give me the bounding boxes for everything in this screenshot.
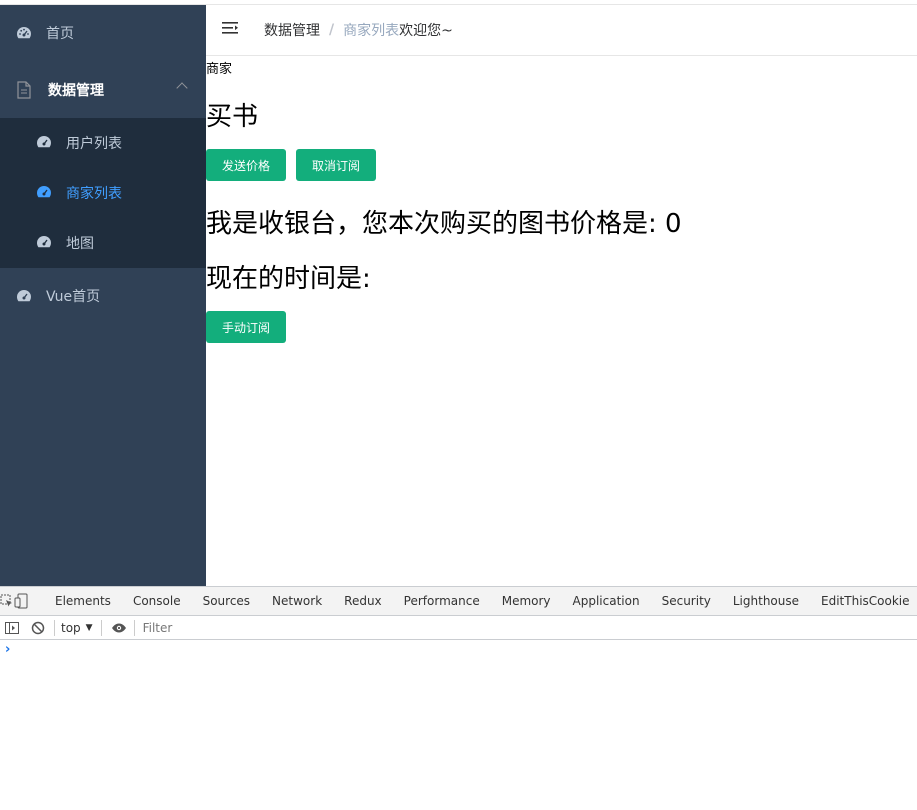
sidebar-item-data-management[interactable]: 数据管理: [0, 61, 206, 118]
time-heading: 现在的时间是:: [206, 264, 371, 294]
buy-heading: 买书: [206, 102, 259, 132]
sidebar-item-label: 首页: [46, 26, 74, 42]
sidebar-item-label: 用户列表: [66, 136, 122, 152]
devtools-panel: Elements Console Sources Network Redux P…: [0, 586, 917, 809]
tab-network[interactable]: Network: [261, 587, 333, 615]
sidebar-item-home[interactable]: 首页: [0, 5, 206, 61]
sidebar: 首页 数据管理 用户列表 商家列表 地图 Vue首页: [0, 5, 206, 586]
manual-subscribe-button[interactable]: 手动订阅: [206, 311, 286, 343]
breadcrumb: 数据管理 / 商家列表 欢迎您~: [264, 20, 453, 40]
devtools-tabbar: Elements Console Sources Network Redux P…: [0, 586, 917, 616]
console-filter-input[interactable]: Filter: [143, 621, 173, 635]
chevron-up-icon: [176, 82, 188, 94]
send-price-button[interactable]: 发送价格: [206, 149, 286, 181]
console-output[interactable]: ›: [0, 640, 917, 810]
breadcrumb-item[interactable]: 数据管理: [264, 20, 320, 40]
tab-redux[interactable]: Redux: [333, 587, 393, 615]
sidebar-item-label: 地图: [66, 236, 94, 252]
context-value: top: [61, 620, 81, 635]
breadcrumb-separator: /: [329, 22, 335, 38]
tab-application[interactable]: Application: [562, 587, 651, 615]
page-label: 商家: [206, 62, 233, 77]
context-selector[interactable]: top ▼: [57, 621, 97, 635]
document-icon: [16, 80, 32, 99]
clear-console-icon[interactable]: [24, 617, 52, 639]
console-prompt-icon: ›: [5, 642, 11, 657]
tab-sources[interactable]: Sources: [192, 587, 261, 615]
inspect-element-icon[interactable]: [0, 587, 14, 615]
tab-console[interactable]: Console: [122, 587, 192, 615]
toolbar-divider: [133, 619, 135, 636]
console-toolbar: top ▼ Filter: [0, 616, 917, 640]
show-sidebar-icon[interactable]: [0, 617, 24, 639]
sidebar-item-map[interactable]: 地图: [0, 218, 206, 268]
sidebar-item-label: 商家列表: [66, 186, 122, 202]
tab-performance[interactable]: Performance: [393, 587, 491, 615]
tab-editthiscookie[interactable]: EditThisCookie: [810, 587, 917, 615]
toolbar-divider: [54, 619, 55, 636]
dropdown-arrow-icon: ▼: [85, 622, 93, 633]
device-toolbar-icon[interactable]: [14, 587, 28, 615]
eye-icon[interactable]: [106, 617, 132, 639]
hamburger-icon[interactable]: [222, 20, 242, 40]
cancel-subscribe-button[interactable]: 取消订阅: [296, 149, 376, 181]
sidebar-item-vue-home[interactable]: Vue首页: [0, 268, 206, 324]
welcome-text: 欢迎您~: [399, 23, 453, 39]
submenu-data-management: 用户列表 商家列表 地图: [0, 118, 206, 268]
dashboard-icon: [36, 185, 52, 201]
toolbar-divider: [100, 619, 102, 636]
dashboard-icon: [16, 288, 32, 304]
tab-elements[interactable]: Elements: [44, 587, 122, 615]
sidebar-item-user-list[interactable]: 用户列表: [0, 118, 206, 168]
tab-memory[interactable]: Memory: [491, 587, 562, 615]
tab-security[interactable]: Security: [651, 587, 722, 615]
main-content: 商家 买书 发送价格 取消订阅 我是收银台，您本次购买的图书价格是: 0 现在的…: [206, 56, 917, 586]
dashboard-icon: [16, 25, 32, 41]
sidebar-item-label: Vue首页: [46, 289, 101, 305]
dashboard-icon: [36, 235, 52, 251]
dashboard-icon: [36, 135, 52, 151]
breadcrumb-current: 商家列表: [343, 23, 400, 39]
navbar: 数据管理 / 商家列表 欢迎您~: [206, 5, 917, 56]
sidebar-item-label: 数据管理: [48, 82, 104, 99]
cashier-heading: 我是收银台，您本次购买的图书价格是: 0: [206, 209, 682, 239]
sidebar-item-merchant-list[interactable]: 商家列表: [0, 168, 206, 218]
tab-lighthouse[interactable]: Lighthouse: [722, 587, 810, 615]
